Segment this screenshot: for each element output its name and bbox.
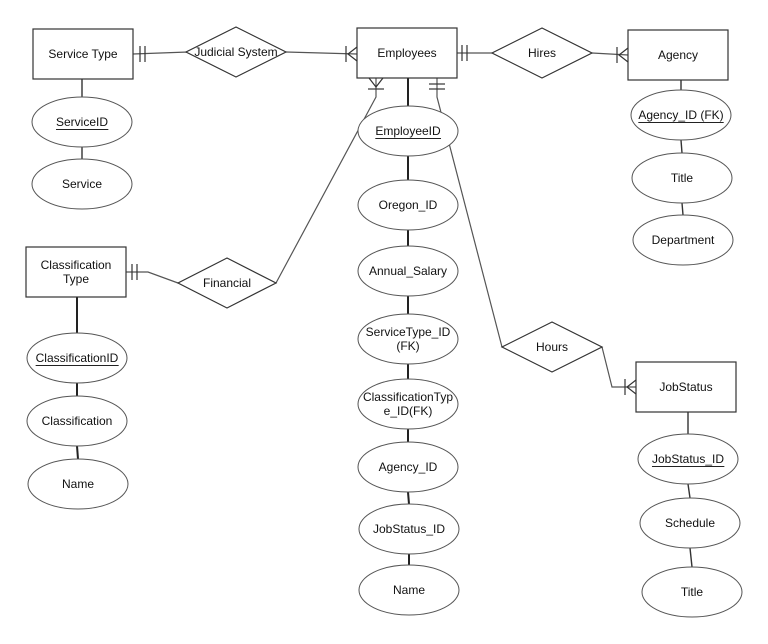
attribute-employees[interactable]: JobStatus_ID <box>358 503 460 555</box>
attribute-label: Name <box>393 583 425 597</box>
shapes: Service Type Employees Agency Classificatio… <box>25 26 743 618</box>
attribute-label: Schedule <box>665 516 715 530</box>
attribute-agency[interactable]: Title <box>631 152 733 204</box>
attribute-label: e_ID(FK) <box>384 404 433 418</box>
attribute-label: Department <box>652 233 715 247</box>
entity-agency[interactable]: Agency <box>627 29 729 81</box>
entity-label: Employees <box>377 46 436 60</box>
attribute-label: Classification <box>42 414 113 428</box>
attribute-label: ServiceType_ID <box>366 325 451 339</box>
attribute-label: Service <box>62 177 102 191</box>
attribute-service-type[interactable]: Service <box>31 158 133 210</box>
attribute-label: Agency_ID (FK) <box>638 108 723 122</box>
relationship-label: Judicial System <box>194 45 277 59</box>
entity-label: Service Type <box>48 47 117 61</box>
relationship-hires[interactable]: Hires <box>490 27 594 79</box>
key-attribute-service-type[interactable]: ServiceID <box>31 96 133 148</box>
entity-service-type[interactable]: Service Type <box>32 28 134 80</box>
financial-left-link <box>126 271 179 284</box>
attribute-employees[interactable]: Name <box>358 564 460 616</box>
attribute-label: Oregon_ID <box>379 198 438 212</box>
attribute-job-status[interactable]: Title <box>641 566 743 618</box>
attribute-label: (FK) <box>396 339 419 353</box>
attribute-employees[interactable]: ClassificationType_ID(FK) <box>357 378 459 430</box>
key-attribute-agency[interactable]: Agency_ID (FK) <box>630 89 732 141</box>
hours-right-link <box>601 346 636 388</box>
attribute-link <box>76 445 79 460</box>
attribute-agency[interactable]: Department <box>632 214 734 266</box>
entity-employees[interactable]: Employees <box>356 27 458 79</box>
attribute-link <box>681 202 684 216</box>
attribute-link <box>689 547 693 568</box>
attribute-link <box>680 139 683 154</box>
entity-classification-type[interactable]: ClassificationType <box>25 246 127 298</box>
attribute-employees[interactable]: Agency_ID <box>357 441 459 493</box>
attribute-employees[interactable]: ServiceType_ID(FK) <box>357 313 459 365</box>
er-diagram: Service Type Employees Agency Classificatio… <box>25 26 743 618</box>
judicial-system-left-link <box>132 51 189 55</box>
attribute-classification-type[interactable]: Name <box>27 458 129 510</box>
hires-right-link <box>591 52 629 56</box>
attribute-label: Title <box>681 585 704 599</box>
attribute-employees[interactable]: Annual_Salary <box>357 245 459 297</box>
attribute-job-status[interactable]: Schedule <box>639 497 741 549</box>
attribute-label: Name <box>62 477 94 491</box>
key-attribute-job-status[interactable]: JobStatus_ID <box>637 433 739 485</box>
relationship-judicial-system[interactable]: Judicial System <box>184 26 288 78</box>
key-attribute-employees[interactable]: EmployeeID <box>357 105 459 157</box>
key-attribute-classification-type[interactable]: ClassificationID <box>26 332 128 384</box>
attribute-label: ClassificationID <box>36 351 119 365</box>
relationship-label: Hires <box>528 46 556 60</box>
attribute-label: EmployeeID <box>375 124 441 138</box>
entity-job-status[interactable]: JobStatus <box>635 361 737 413</box>
attribute-label: JobStatus_ID <box>373 522 445 536</box>
attribute-label: ServiceID <box>56 115 108 129</box>
attribute-label: Agency_ID <box>379 460 438 474</box>
attribute-employees[interactable]: Oregon_ID <box>357 179 459 231</box>
attribute-label: Annual_Salary <box>369 264 447 278</box>
financial-right-link <box>275 78 377 284</box>
entity-label: JobStatus <box>659 380 712 394</box>
attribute-label: JobStatus_ID <box>652 452 724 466</box>
relationship-hours[interactable]: Hours <box>500 321 604 373</box>
attribute-label: Title <box>671 171 694 185</box>
relationship-label: Financial <box>203 276 251 290</box>
relationship-financial[interactable]: Financial <box>176 257 278 309</box>
attribute-label: ClassificationTyp <box>363 390 453 404</box>
attribute-link <box>687 483 691 499</box>
relationship-label: Hours <box>536 340 568 354</box>
entity-label: Agency <box>658 48 698 62</box>
entity-label: Classification <box>41 258 112 272</box>
entity-label: Type <box>63 272 89 286</box>
attribute-link <box>407 491 410 505</box>
attribute-classification-type[interactable]: Classification <box>26 395 128 447</box>
